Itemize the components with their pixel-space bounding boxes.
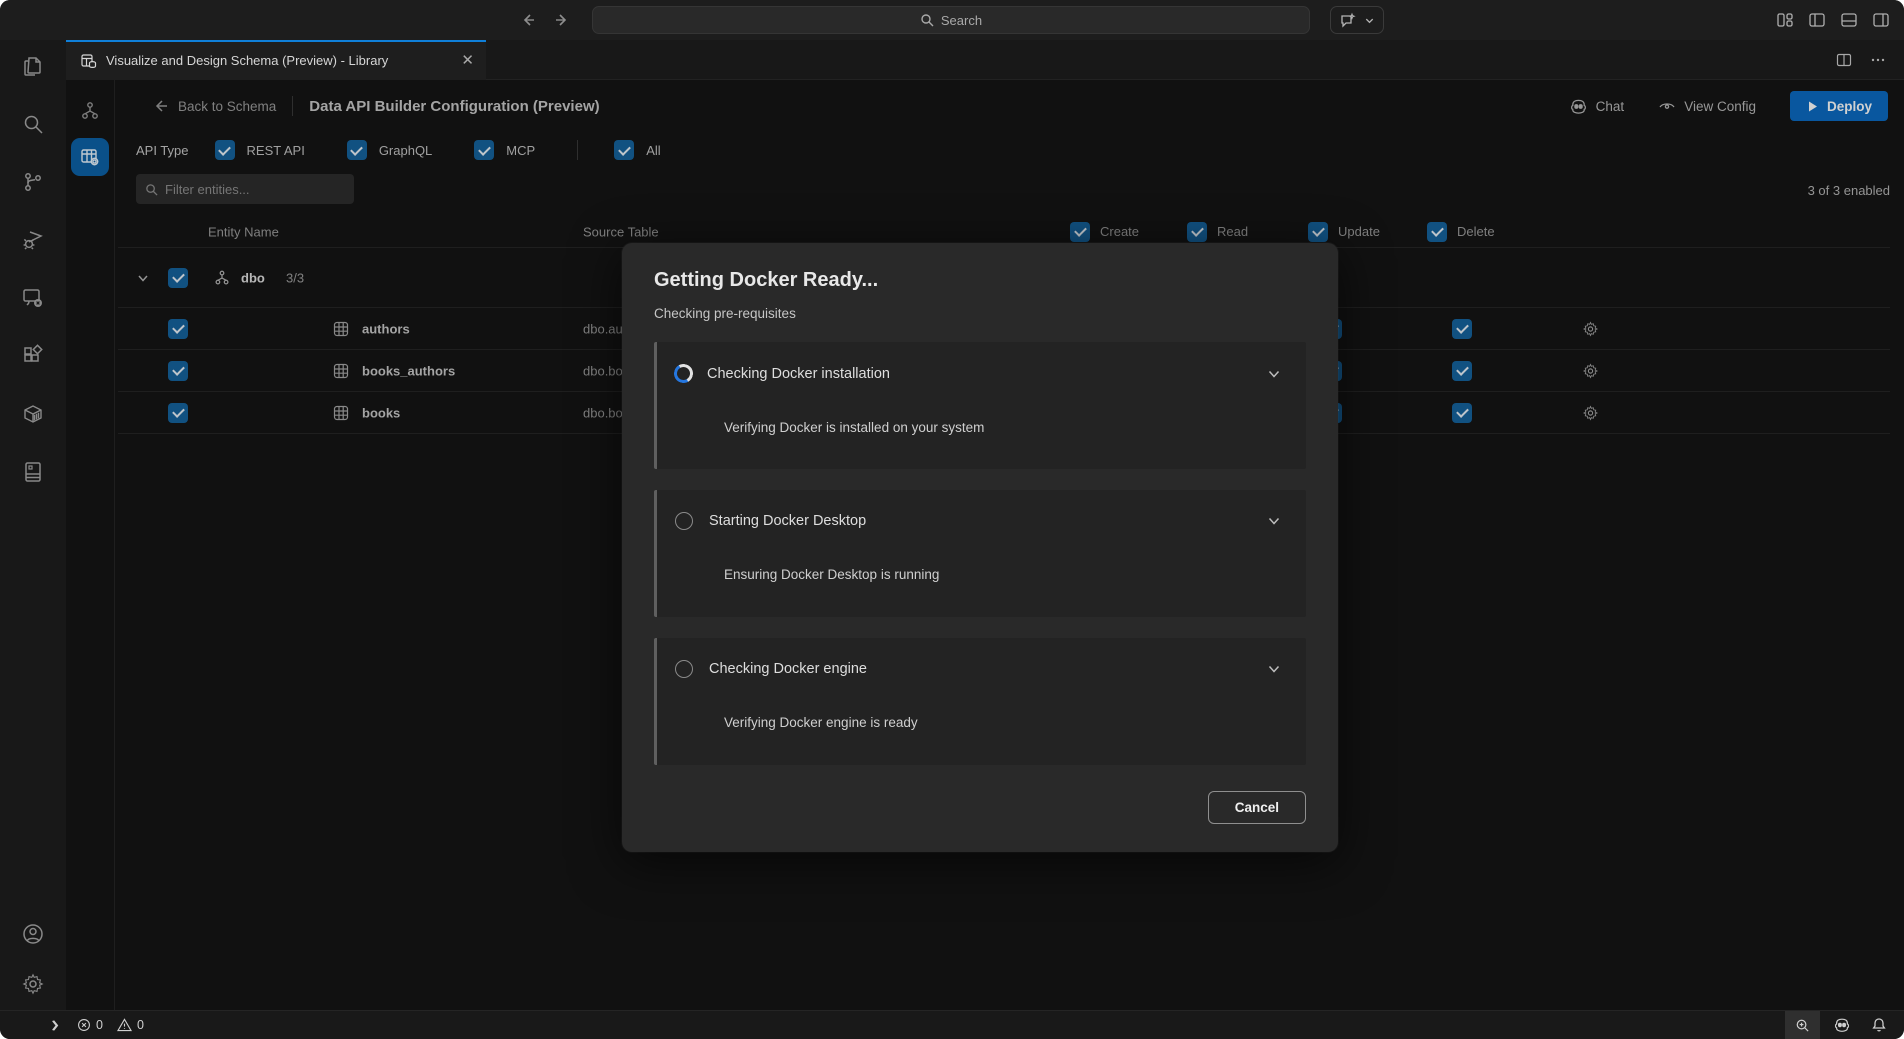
activity-bar <box>0 40 66 1010</box>
source-control-icon[interactable] <box>21 170 45 194</box>
cancel-button[interactable]: Cancel <box>1208 791 1306 824</box>
warning-count: 0 <box>137 1018 144 1032</box>
step-title: Checking Docker installation <box>707 366 890 382</box>
nav-forward-icon[interactable] <box>554 12 570 28</box>
settings-gear-icon[interactable] <box>21 972 45 996</box>
copilot-chat-button[interactable] <box>1330 6 1384 34</box>
account-icon[interactable] <box>21 922 45 946</box>
chevron-down-icon[interactable] <box>1266 513 1282 529</box>
tab-title: Visualize and Design Schema (Preview) - … <box>106 53 388 68</box>
spinner-icon <box>672 362 695 385</box>
error-indicator[interactable]: 0 <box>77 1018 103 1032</box>
schema-designer-icon <box>80 52 97 69</box>
tab-visualize-design-schema[interactable]: Visualize and Design Schema (Preview) - … <box>66 40 486 80</box>
step-description: Ensuring Docker Desktop is running <box>724 567 1282 582</box>
warning-icon <box>117 1018 132 1032</box>
titlebar: Search <box>0 0 1904 40</box>
error-icon <box>77 1018 91 1032</box>
explorer-icon[interactable] <box>21 54 45 78</box>
more-actions-icon[interactable] <box>1870 52 1886 68</box>
remote-indicator[interactable] <box>48 1018 63 1033</box>
editor-tab-bar: Visualize and Design Schema (Preview) - … <box>66 40 1904 80</box>
split-editor-icon[interactable] <box>1836 52 1852 68</box>
toggle-panel-icon[interactable] <box>1840 11 1858 29</box>
step-description: Verifying Docker is installed on your sy… <box>724 420 1282 435</box>
status-bar: 0 0 <box>0 1010 1904 1039</box>
step-title: Starting Docker Desktop <box>709 513 866 529</box>
step-docker-engine: Checking Docker engine Verifying Docker … <box>654 638 1306 765</box>
tab-close-icon[interactable]: ✕ <box>461 51 474 69</box>
error-count: 0 <box>96 1018 103 1032</box>
step-docker-installation: Checking Docker installation Verifying D… <box>654 342 1306 469</box>
run-debug-icon[interactable] <box>21 228 45 252</box>
step-docker-desktop: Starting Docker Desktop Ensuring Docker … <box>654 490 1306 617</box>
search-label: Search <box>941 13 982 28</box>
toggle-secondary-sidebar-icon[interactable] <box>1872 11 1890 29</box>
zoom-status-button[interactable] <box>1785 1011 1820 1039</box>
chevron-down-icon[interactable] <box>1266 661 1282 677</box>
search-icon <box>920 13 934 27</box>
nav-back-icon[interactable] <box>520 12 536 28</box>
search-sidebar-icon[interactable] <box>21 112 45 136</box>
extensions-icon[interactable] <box>21 344 45 368</box>
toggle-primary-sidebar-icon[interactable] <box>1808 11 1826 29</box>
pending-circle-icon <box>675 660 693 678</box>
warning-indicator[interactable]: 0 <box>117 1018 144 1032</box>
pending-circle-icon <box>675 512 693 530</box>
step-description: Verifying Docker engine is ready <box>724 715 1282 730</box>
dialog-title: Getting Docker Ready... <box>654 269 1306 292</box>
copilot-status-icon[interactable] <box>1826 1011 1858 1039</box>
chevron-down-icon <box>1364 15 1375 26</box>
dialog-subtitle: Checking pre-requisites <box>654 306 1306 321</box>
database-icon[interactable] <box>21 460 45 484</box>
notifications-bell-icon[interactable] <box>1864 1011 1894 1039</box>
containers-icon[interactable] <box>21 402 45 426</box>
remote-explorer-icon[interactable] <box>21 286 45 310</box>
docker-ready-dialog: Getting Docker Ready... Checking pre-req… <box>622 243 1338 852</box>
customize-layout-icon[interactable] <box>1776 11 1794 29</box>
step-title: Checking Docker engine <box>709 661 867 677</box>
chevron-down-icon[interactable] <box>1266 366 1282 382</box>
editor-area: Back to Schema Data API Builder Configur… <box>66 80 1904 1010</box>
vscode-window: Search <box>0 0 1904 1039</box>
chat-sparkle-icon <box>1339 12 1356 29</box>
command-center-search[interactable]: Search <box>592 6 1310 34</box>
